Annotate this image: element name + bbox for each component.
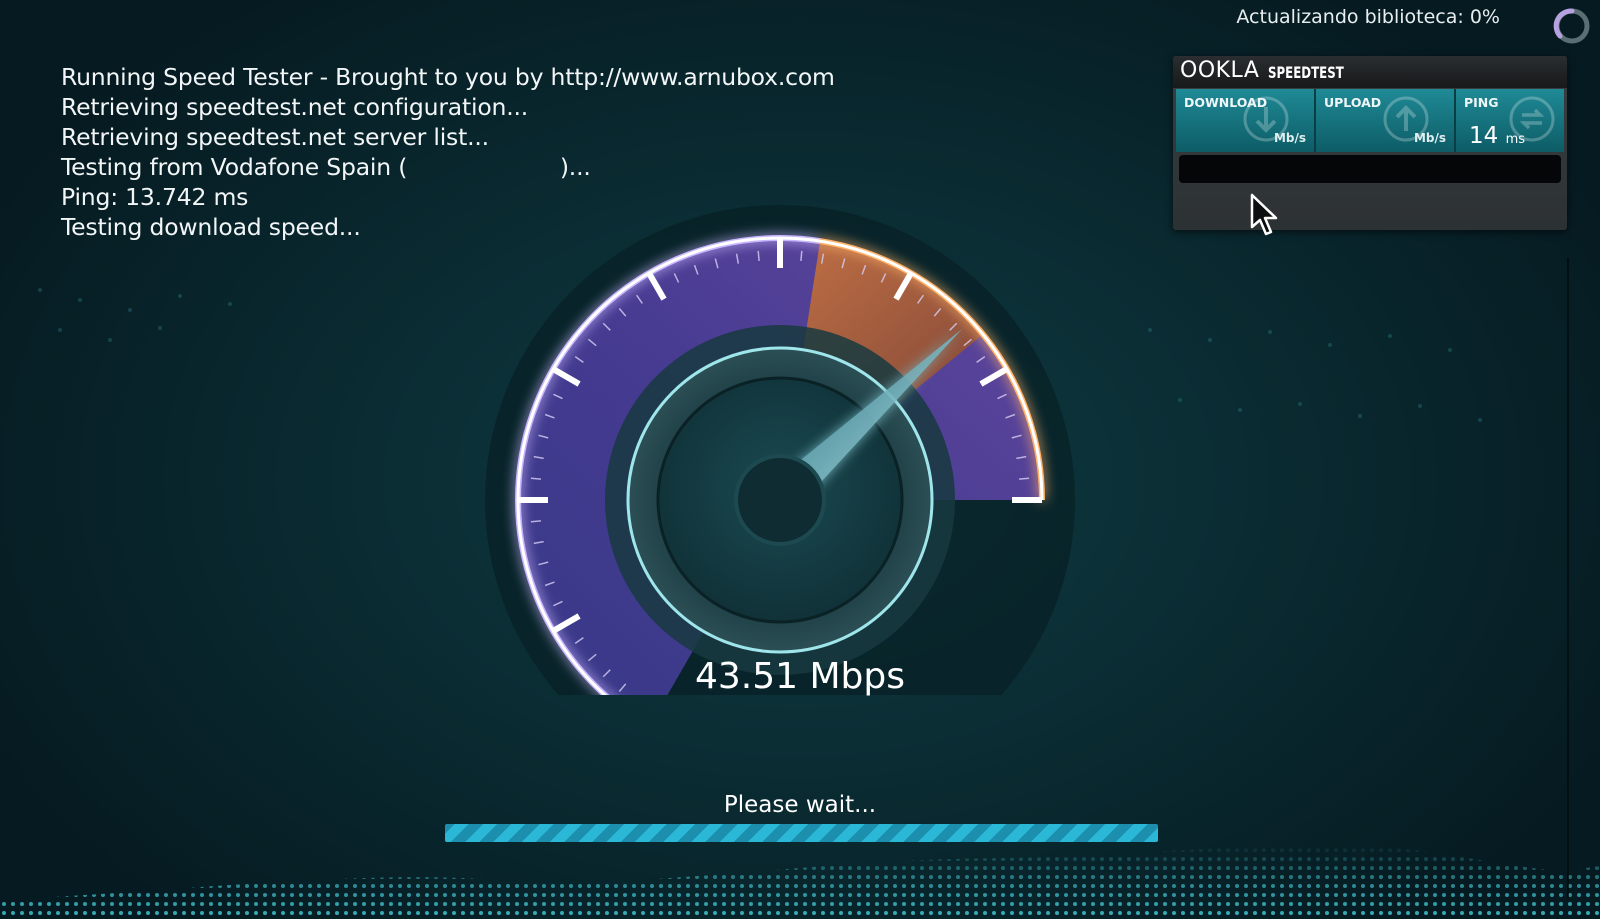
widget-status-bar [1179, 155, 1561, 183]
download-metric: DOWNLOAD Mb/s [1176, 89, 1316, 152]
ping-value: 14 ms [1469, 123, 1525, 149]
metrics-panel: DOWNLOAD Mb/s UPLOAD Mb/s PING 14 ms [1176, 89, 1564, 152]
upload-metric: UPLOAD Mb/s [1316, 89, 1456, 152]
speed-gauge [485, 205, 1075, 695]
log-line: Retrieving speedtest.net server list... [61, 123, 489, 151]
gauge-minor-tick [1019, 477, 1030, 480]
upload-label: UPLOAD [1324, 95, 1382, 110]
upload-unit: Mb/s [1413, 131, 1446, 145]
download-label: DOWNLOAD [1184, 95, 1268, 110]
ookla-speedtest-widget: OOKLA SPEEDTEST DOWNLOAD Mb/s UPLOAD Mb/… [1173, 56, 1567, 230]
log-line: Retrieving speedtest.net configuration..… [61, 93, 529, 121]
panel-edge-divider [1567, 258, 1569, 898]
speedtest-screen: Actualizando biblioteca: 0% Running Spee… [0, 0, 1600, 919]
ping-label: PING [1464, 95, 1499, 110]
speedtest-product-name: SPEEDTEST [1268, 63, 1344, 82]
download-unit: Mb/s [1273, 131, 1306, 145]
gauge-minor-tick [530, 477, 541, 480]
mouse-cursor-icon [1250, 193, 1278, 236]
busy-spinner-icon [1553, 8, 1590, 44]
test-progress-fill [445, 824, 1158, 842]
widget-header: OOKLA SPEEDTEST [1173, 56, 1567, 88]
please-wait-message: Please wait... [723, 792, 877, 818]
ping-number: 14 [1469, 123, 1499, 149]
gauge-minor-tick [800, 250, 803, 261]
ping-unit: ms [1505, 132, 1526, 147]
test-progress-bar [445, 824, 1158, 842]
log-line: Running Speed Tester - Brought to you by… [61, 63, 835, 91]
library-update-label: Actualizando biblioteca: [1236, 6, 1464, 28]
library-update-percent: 0% [1469, 6, 1500, 28]
gauge-needle-cap [734, 454, 826, 546]
ping-metric: PING 14 ms [1456, 89, 1564, 152]
gauge-minor-tick [530, 520, 541, 523]
library-update-status: Actualizando biblioteca: 0% [1236, 6, 1500, 28]
log-line: Testing from Vodafone Spain ( )... [61, 153, 591, 181]
gauge-minor-tick [757, 250, 760, 261]
speed-reading: 43.51 Mbps [694, 656, 906, 697]
ookla-logo: OOKLA [1180, 58, 1260, 83]
